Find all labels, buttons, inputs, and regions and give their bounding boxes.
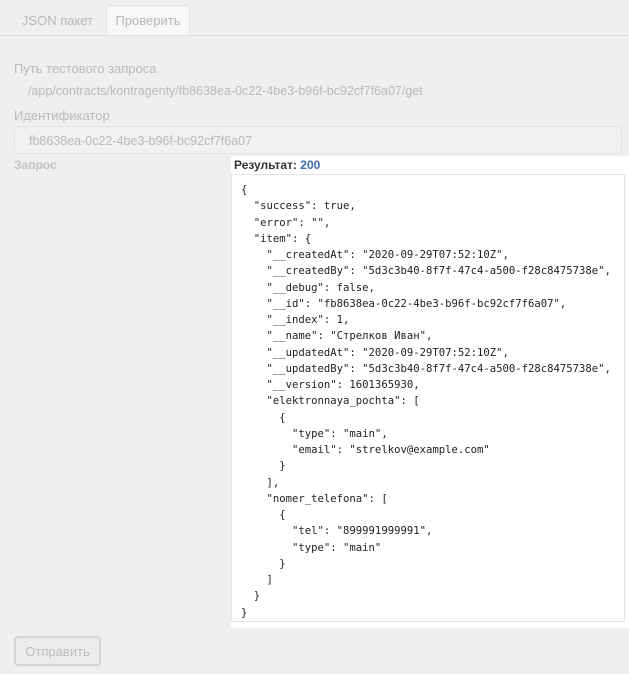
send-button[interactable]: Отправить [14,636,101,666]
request-label: Запрос [14,158,57,172]
result-panel: Результат: 200 { "success": true, "error… [231,156,629,628]
tab-bar: JSON пакет Проверить [9,5,190,35]
response-json: { "success": true, "error": "", "item": … [241,184,611,619]
result-label: Результат: [234,158,297,172]
id-value: fb8638ea-0c22-4be3-b96f-bc92cf7f6a07 [29,134,253,148]
tab-json-packet[interactable]: JSON пакет [9,5,106,35]
tab-check[interactable]: Проверить [106,5,190,35]
id-label: Идентификатор [14,108,110,123]
result-status-code: 200 [300,158,321,172]
tabs-divider [0,35,629,36]
response-box[interactable]: { "success": true, "error": "", "item": … [231,174,625,622]
path-value: /app/contracts/kontragenty/fb8638ea-0c22… [28,84,423,98]
path-label: Путь тестового запроса [14,61,157,76]
id-field[interactable]: fb8638ea-0c22-4be3-b96f-bc92cf7f6a07 [14,126,622,154]
result-title: Результат: 200 [234,158,320,172]
